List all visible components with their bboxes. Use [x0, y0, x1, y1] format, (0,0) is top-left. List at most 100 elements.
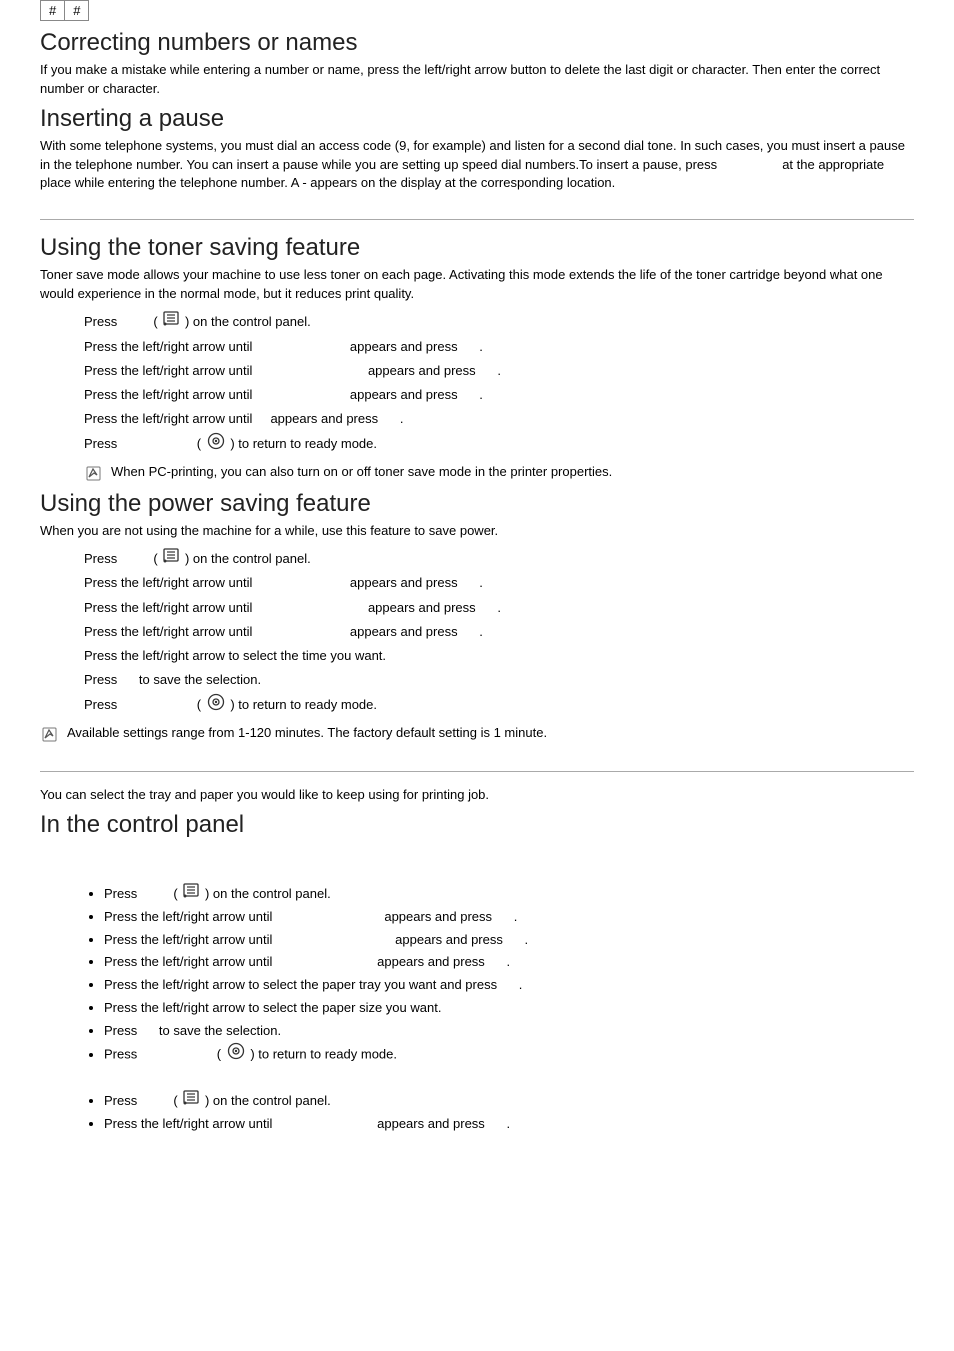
symbol-table: # # [40, 0, 89, 21]
blank [256, 624, 346, 639]
text: appears and press [384, 909, 495, 924]
blank [496, 909, 510, 924]
steps-list: Press ( ) on the control panel. Press th… [104, 1090, 914, 1136]
blank [121, 436, 193, 451]
text: . [507, 954, 511, 969]
text: appears and press [350, 387, 461, 402]
paragraph: Toner save mode allows your machine to u… [40, 266, 914, 304]
text: . [507, 1116, 511, 1131]
text: . [519, 977, 523, 992]
text: Press the left/right arrow until [84, 624, 256, 639]
step: Press the left/right arrow to select the… [104, 997, 914, 1020]
text: Press the left/right arrow to select the… [104, 977, 501, 992]
blank [141, 1023, 155, 1038]
text: . [514, 909, 518, 924]
text: to save the selection. [159, 1023, 281, 1038]
step: Press to save the selection. [84, 668, 914, 692]
blank [256, 387, 346, 402]
blank [488, 1116, 502, 1131]
note: Available settings range from 1-120 minu… [40, 725, 914, 745]
step: Press the left/right arrow until appears… [84, 335, 914, 359]
text: Press the left/right arrow until [104, 932, 276, 947]
blank [276, 1116, 374, 1131]
text: . [479, 387, 483, 402]
heading-control-panel: In the control panel [40, 811, 914, 839]
blank [141, 886, 170, 901]
stop-clear-icon [207, 432, 225, 457]
text: Press the left/right arrow until [84, 575, 256, 590]
text: Press [84, 697, 121, 712]
step: Press the left/right arrow until appears… [84, 596, 914, 620]
paragraph: With some telephone systems, you must di… [40, 137, 914, 194]
text: to save the selection. [139, 672, 261, 687]
blank [256, 600, 364, 615]
step: Press ( ) to return to ready mode. [104, 1042, 914, 1068]
text: Press the left/right arrow until [104, 909, 276, 924]
text: . [400, 411, 404, 426]
step: Press ( ) on the control panel. [84, 310, 914, 335]
text: Press the left/right arrow until [84, 339, 256, 354]
text: Press [104, 1023, 141, 1038]
stop-clear-icon [227, 1042, 245, 1068]
step: Press the left/right arrow until appears… [104, 1113, 914, 1136]
blank [506, 932, 520, 947]
text: ) to return to ready mode. [230, 697, 377, 712]
section-divider [40, 771, 914, 772]
step: Press the left/right arrow until appears… [84, 620, 914, 644]
steps-list: Press ( ) on the control panel. Press th… [84, 547, 914, 719]
text: ) on the control panel. [185, 551, 311, 566]
text: Press [84, 672, 121, 687]
step: Press the left/right arrow to select the… [84, 644, 914, 668]
text: appears and press [368, 600, 479, 615]
text: ) to return to ready mode. [230, 436, 377, 451]
blank [276, 909, 381, 924]
text: . [497, 600, 501, 615]
text: Press the left/right arrow to select the… [84, 648, 386, 663]
blank [721, 157, 779, 172]
step: Press ( ) on the control panel. [104, 1090, 914, 1113]
text: ) on the control panel. [205, 1093, 331, 1108]
paragraph: When you are not using the machine for a… [40, 522, 914, 541]
blank [121, 314, 150, 329]
text: Press [84, 436, 121, 451]
text: appears and press [350, 575, 461, 590]
text: ( [153, 551, 157, 566]
stop-clear-icon [207, 693, 225, 718]
blank [141, 1093, 170, 1108]
steps-list: Press ( ) on the control panel. Press th… [104, 883, 914, 1068]
heading-correcting: Correcting numbers or names [40, 29, 914, 57]
blank [501, 977, 515, 992]
text: ( [197, 697, 201, 712]
blank [461, 339, 475, 354]
text: Press [104, 1093, 141, 1108]
text: Press the left/right arrow until [84, 387, 256, 402]
note-icon [42, 727, 57, 745]
text: . [525, 932, 529, 947]
menu-icon [183, 1090, 199, 1113]
step: Press ( ) to return to ready mode. [84, 431, 914, 458]
text: appears and press [270, 411, 381, 426]
paragraph: You can select the tray and paper you wo… [40, 786, 914, 805]
cell: # [41, 1, 65, 21]
blank [256, 363, 364, 378]
text: appears and press [368, 363, 479, 378]
blank [141, 1047, 213, 1062]
step: Press the left/right arrow until appears… [104, 929, 914, 952]
text: Press the left/right arrow until [84, 600, 256, 615]
step: Press to save the selection. [104, 1020, 914, 1043]
text: Press [84, 551, 121, 566]
text: Press [104, 1047, 141, 1062]
text: Press the left/right arrow until [104, 1116, 276, 1131]
blank [461, 387, 475, 402]
text: . [497, 363, 501, 378]
step: Press the left/right arrow until appears… [84, 359, 914, 383]
note-text: When PC-printing, you can also turn on o… [111, 464, 612, 479]
cell: # [65, 1, 89, 21]
heading-inserting-pause: Inserting a pause [40, 105, 914, 133]
text: . [479, 624, 483, 639]
blank [276, 954, 374, 969]
section-divider [40, 219, 914, 220]
blank [479, 363, 493, 378]
blank [276, 932, 392, 947]
blank [256, 411, 267, 426]
